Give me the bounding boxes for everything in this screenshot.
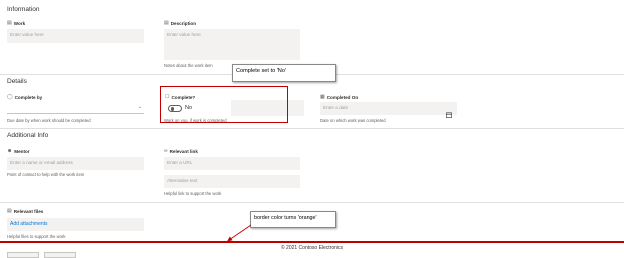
completed-on-help: Date on which work was completed — [320, 118, 386, 123]
choice-icon: ◯ — [7, 94, 13, 100]
complete-by-dropdown[interactable]: ⌄ — [7, 102, 144, 114]
section-title-additional-info: Additional Info — [7, 132, 49, 139]
mentor-input[interactable]: Enter a name or email address — [7, 157, 144, 170]
section-title-information: Information — [7, 6, 40, 13]
relevant-link-url-input[interactable]: Enter a URL — [164, 157, 300, 170]
callout-complete-set: Complete set to 'No' — [232, 64, 336, 82]
description-label: ▤ Description — [164, 20, 196, 26]
divider-details — [0, 128, 624, 129]
callout-border-color: border color turns 'orange' — [250, 211, 336, 228]
callout-arrow — [226, 224, 252, 242]
complete-by-label-text: Complete by — [14, 94, 43, 100]
text-field-icon: ▤ — [7, 20, 12, 26]
add-attachments-button[interactable]: Add attachments — [7, 218, 144, 231]
chevron-down-icon: ⌄ — [137, 104, 142, 110]
complete-by-help: Due date by when work should be complete… — [7, 118, 91, 123]
multiline-text-icon: ▤ — [164, 20, 169, 26]
description-placeholder: Enter value here — [167, 32, 201, 37]
relevant-link-url-placeholder: Enter a URL — [167, 160, 193, 165]
resize-handle-icon[interactable] — [294, 55, 300, 69]
footer-button-secondary[interactable] — [44, 252, 76, 258]
relevant-link-help: Helpful link to support the work — [164, 191, 222, 196]
calendar-picker-icon[interactable] — [446, 105, 452, 118]
link-icon: ∞ — [164, 148, 168, 154]
relevant-link-label-text: Relevant link — [169, 148, 198, 154]
footer-copyright: © 2021 Contoso Electronics — [280, 245, 344, 251]
attachment-icon: ▤ — [7, 208, 12, 214]
relevant-link-alt-placeholder: Alternative text — [167, 178, 198, 183]
add-attachments-link: Add attachments — [10, 221, 48, 227]
description-label-text: Description — [170, 20, 197, 26]
person-icon: ☻ — [7, 148, 13, 154]
work-label: ▤ Work — [7, 20, 25, 26]
calendar-icon: ▦ — [320, 94, 325, 100]
completed-on-label: ▦ Completed On — [320, 94, 358, 100]
complete-highlight-box — [160, 86, 288, 123]
divider-additional-info — [0, 202, 624, 203]
footer-border-line — [0, 241, 624, 243]
description-input[interactable]: Enter value here — [164, 29, 300, 60]
relevant-files-label: ▤ Relevant files — [7, 208, 43, 214]
relevant-files-help: Helpful files to support the work — [7, 234, 66, 239]
relevant-link-alt-input[interactable]: Alternative text — [164, 175, 300, 188]
mentor-label: ☻ Mentor — [7, 148, 30, 154]
mentor-help: Point of contact to help with the work i… — [7, 172, 85, 177]
completed-on-placeholder: Enter a date — [323, 105, 349, 110]
callout-complete-set-text: Complete set to 'No' — [236, 68, 287, 74]
footer-button-primary[interactable] — [7, 252, 39, 258]
completed-on-label-text: Completed On — [326, 94, 359, 100]
description-help: Notes about the work item — [164, 63, 213, 68]
relevant-link-label: ∞ Relevant link — [164, 148, 198, 154]
relevant-files-label-text: Relevant files — [13, 208, 44, 214]
mentor-label-text: Mentor — [14, 148, 30, 154]
complete-by-label: ◯ Complete by — [7, 94, 42, 100]
work-placeholder: Enter value here — [10, 32, 44, 37]
mentor-placeholder: Enter a name or email address — [10, 160, 73, 165]
section-title-details: Details — [7, 78, 27, 85]
completed-on-input[interactable]: Enter a date — [320, 102, 457, 115]
work-input[interactable]: Enter value here — [7, 29, 144, 43]
callout-border-color-text: border color turns 'orange' — [254, 215, 317, 221]
work-label-text: Work — [13, 20, 26, 26]
